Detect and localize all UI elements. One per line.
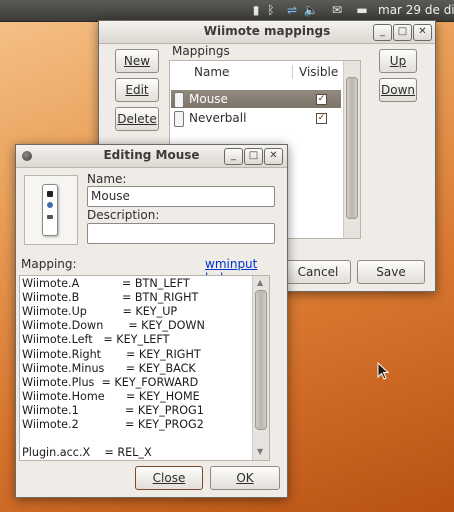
wiimote-icon: [42, 184, 58, 236]
delete-button-label: Delete: [117, 112, 157, 126]
cancel-button-label: Cancel: [297, 265, 339, 279]
edit-window: Editing Mouse _ □ ✕ Name: Mouse Descript…: [15, 144, 288, 498]
list-scrollbar-thumb[interactable]: [346, 77, 358, 219]
mapping-row-mouse[interactable]: Mouse ✓: [171, 90, 341, 108]
wiimote-tray-icon[interactable]: ▮: [248, 2, 264, 18]
wiimote-icon: [174, 111, 184, 127]
mapping-line: Wiimote.1 = KEY_PROG1: [22, 403, 204, 417]
name-label: Name:: [87, 172, 127, 186]
column-name-header[interactable]: Name: [194, 63, 229, 81]
mapping-line: Wiimote.A = BTN_LEFT: [22, 277, 190, 290]
ok-button[interactable]: OK: [210, 466, 280, 490]
column-divider: [292, 65, 293, 79]
mapping-line: Wiimote.Plus = KEY_FORWARD: [22, 375, 199, 389]
description-label: Description:: [87, 208, 160, 222]
mapping-line: Wiimote.Minus = KEY_BACK: [22, 361, 196, 375]
description-input[interactable]: [87, 223, 275, 244]
mapping-label: Mapping:: [21, 257, 77, 271]
minimize-button[interactable]: _: [373, 24, 392, 41]
visible-checkbox-neverball[interactable]: ✓: [316, 113, 327, 124]
minimize-button[interactable]: _: [224, 148, 243, 165]
volume-icon[interactable]: 🔈: [303, 2, 319, 18]
mapping-line: Wiimote.Up = KEY_UP: [22, 305, 178, 319]
save-button-label: Save: [376, 265, 406, 279]
delete-button[interactable]: Delete: [115, 107, 159, 131]
a-button-icon: [47, 202, 53, 208]
mapping-line: Wiimote.Left = KEY_LEFT: [22, 333, 170, 347]
list-scrollbar[interactable]: [343, 61, 360, 238]
name-input[interactable]: Mouse: [87, 186, 275, 207]
cancel-button[interactable]: Cancel: [285, 260, 351, 284]
new-button-label: New: [123, 54, 151, 68]
close-button[interactable]: Close: [135, 466, 203, 490]
mapping-scrollbar[interactable]: ▲ ▼: [252, 276, 269, 460]
mapping-row-name: Neverball: [189, 111, 247, 125]
save-button[interactable]: Save: [357, 260, 425, 284]
mapping-line: Wiimote.Down = KEY_DOWN: [22, 319, 205, 333]
edit-button-label: Edit: [125, 83, 149, 97]
close-button-label: Close: [152, 471, 186, 485]
mappings-titlebar[interactable]: Wiimote mappings _ □ ✕: [99, 21, 435, 44]
edit-titlebar[interactable]: Editing Mouse _ □ ✕: [16, 145, 287, 168]
maximize-button[interactable]: □: [393, 24, 412, 41]
close-window-button[interactable]: ✕: [413, 24, 432, 41]
wiimote-image: [24, 175, 78, 245]
clock[interactable]: mar 29 de dic,: [378, 2, 454, 18]
close-window-button[interactable]: ✕: [264, 148, 283, 165]
mouse-pointer-icon: [377, 362, 389, 380]
top-panel: ▮ ᛒ ⇌ 🔈 ✉ ▬ mar 29 de dic,: [0, 0, 454, 22]
up-button[interactable]: Up: [379, 49, 417, 73]
visible-checkbox-mouse[interactable]: ✓: [316, 94, 327, 105]
b-button-icon: [47, 215, 53, 219]
up-button-label: Up: [389, 54, 407, 68]
down-button[interactable]: Down: [379, 78, 417, 102]
maximize-button[interactable]: □: [244, 148, 263, 165]
network-icon[interactable]: ⇌: [284, 2, 300, 18]
column-visible-header[interactable]: Visible: [299, 63, 338, 81]
mapping-row-neverball[interactable]: Neverball ✓: [171, 109, 341, 127]
ok-button-label: OK: [236, 471, 254, 485]
wiimote-icon: [174, 92, 184, 108]
mapping-line: Plugin.acc.X = REL_X: [22, 446, 152, 460]
mapping-row-name: Mouse: [189, 92, 228, 106]
mapping-scrollbar-thumb[interactable]: [255, 290, 267, 430]
mappings-section-label: Mappings: [172, 44, 230, 58]
mapping-line: Wiimote.B = BTN_RIGHT: [22, 291, 199, 305]
indicator-icon[interactable]: ▬: [354, 2, 370, 18]
scroll-up-icon[interactable]: ▲: [257, 278, 263, 287]
edit-button[interactable]: Edit: [115, 78, 159, 102]
mail-icon[interactable]: ✉: [329, 2, 345, 18]
mapping-line: Wiimote.2 = KEY_PROG2: [22, 418, 204, 431]
bluetooth-icon[interactable]: ᛒ: [263, 2, 279, 18]
scroll-down-icon[interactable]: ▼: [257, 447, 263, 456]
mapping-line: Wiimote.Right = KEY_RIGHT: [22, 347, 201, 361]
mapping-line: Wiimote.Home = KEY_HOME: [22, 389, 200, 403]
dpad-icon: [47, 191, 53, 197]
mapping-textarea[interactable]: Wiimote.A = BTN_LEFT Wiimote.B = BTN_RIGH…: [19, 275, 270, 461]
new-button[interactable]: New: [115, 49, 159, 73]
down-button-label: Down: [380, 83, 415, 97]
